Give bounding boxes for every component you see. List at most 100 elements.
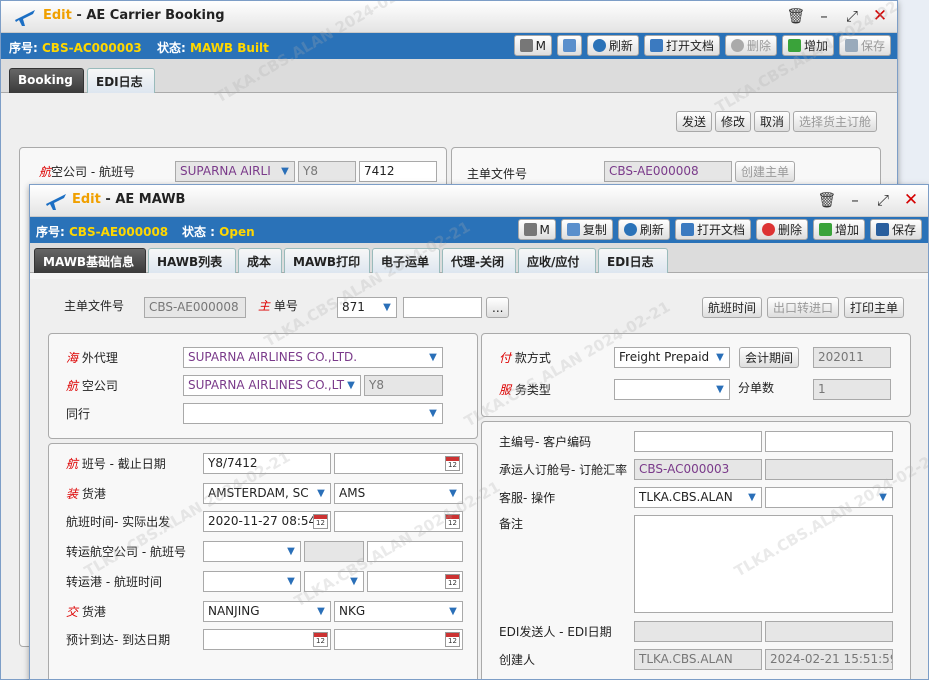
minimize-icon[interactable]: – <box>846 191 864 209</box>
tab-hawb-list[interactable]: HAWB列表 <box>148 248 236 273</box>
pol-code-select[interactable]: AMS ▼ <box>334 483 463 504</box>
transfer-flight-field[interactable] <box>367 541 463 562</box>
add-button[interactable]: 增加 <box>812 219 865 240</box>
airline-select[interactable]: SUPARNA AIRLI ▼ <box>175 161 295 182</box>
carrier-booking-field[interactable]: CBS-AC000003 <box>634 459 762 480</box>
cancel-button[interactable]: 取消 <box>753 111 790 132</box>
transfer-port-select[interactable]: ▼ <box>203 571 301 592</box>
booking-rate-field[interactable] <box>765 459 893 480</box>
chevron-down-icon[interactable]: ▼ <box>378 298 396 317</box>
flight-field[interactable]: Y8/7412 <box>203 453 331 474</box>
tab-edi-log[interactable]: EDI日志 <box>598 248 668 273</box>
refresh-button[interactable]: 刷新 <box>586 35 639 56</box>
tab-mawb-basic[interactable]: MAWB基础信息 <box>34 248 146 273</box>
creator-field[interactable]: TLKA.CBS.ALAN <box>634 649 762 670</box>
pod-select[interactable]: NANJING ▼ <box>203 601 331 622</box>
cutoff-date-field[interactable] <box>334 453 463 474</box>
chevron-down-icon[interactable]: ▼ <box>345 572 363 591</box>
calendar-icon[interactable] <box>445 456 460 471</box>
airline-code-field[interactable]: Y8 <box>298 161 356 182</box>
tab-mawb-print[interactable]: MAWB打印 <box>284 248 370 273</box>
chevron-down-icon[interactable]: ▼ <box>711 380 729 399</box>
add-button[interactable]: 增加 <box>781 35 834 56</box>
remark-textarea[interactable] <box>634 515 893 613</box>
open-doc-button[interactable]: 打开文档 <box>643 35 720 56</box>
select-shipper-booking-button[interactable]: 选择货主订舱 <box>792 111 877 132</box>
airline-code-field[interactable]: Y8 <box>364 375 443 396</box>
pod-code-select[interactable]: NKG ▼ <box>334 601 463 622</box>
service-type-select[interactable]: ▼ <box>614 379 730 400</box>
transfer-airline-select[interactable]: ▼ <box>203 541 301 562</box>
tab-edi-log[interactable]: EDI日志 <box>87 68 155 93</box>
tab-cost[interactable]: 成本 <box>238 248 282 273</box>
trash-icon[interactable]: 🗑 <box>786 7 805 25</box>
chevron-down-icon[interactable]: ▼ <box>276 162 294 181</box>
master-doc-field[interactable]: CBS-AE000008 <box>604 161 732 182</box>
edi-sender-field[interactable] <box>634 621 762 642</box>
calendar-icon[interactable] <box>445 574 460 589</box>
modify-button[interactable]: 修改 <box>714 111 751 132</box>
main-no-field[interactable] <box>634 431 762 452</box>
chevron-down-icon[interactable]: ▼ <box>282 572 300 591</box>
delete-button[interactable]: 删除 <box>755 219 808 240</box>
chevron-down-icon[interactable]: ▼ <box>312 602 330 621</box>
eta-field[interactable] <box>203 629 331 650</box>
chevron-down-icon[interactable]: ▼ <box>444 602 462 621</box>
calendar-icon[interactable] <box>313 514 328 529</box>
chevron-down-icon[interactable]: ▼ <box>424 348 442 367</box>
flight-no-field[interactable]: 7412 <box>359 161 437 182</box>
send-button[interactable]: 发送 <box>675 111 712 132</box>
transfer-port-code-select[interactable]: ▼ <box>304 571 364 592</box>
tab-e-waybill[interactable]: 电子运单 <box>372 248 440 273</box>
tab-ar-ap[interactable]: 应收/应付 <box>518 248 596 273</box>
calendar-icon[interactable] <box>445 632 460 647</box>
copy-button[interactable] <box>556 35 582 56</box>
chevron-down-icon[interactable]: ▼ <box>282 542 300 561</box>
customer-code-field[interactable] <box>765 431 893 452</box>
actual-departure-field[interactable] <box>334 511 463 532</box>
print-button[interactable]: M <box>517 219 556 240</box>
airline-select[interactable]: SUPARNA AIRLINES CO.,LT ▼ <box>183 375 361 396</box>
minimize-icon[interactable]: – <box>815 7 833 25</box>
close-icon[interactable]: ✕ <box>902 190 920 210</box>
tab-agent-close[interactable]: 代理-关闭 <box>442 248 516 273</box>
export-to-import-button[interactable]: 出口转进口 <box>766 297 839 318</box>
window-titlebar[interactable]: Edit - AE Carrier Booking 🗑 – ⤢ ✕ <box>1 1 897 33</box>
cs-select[interactable]: TLKA.CBS.ALAN ▼ <box>634 487 762 508</box>
window-titlebar[interactable]: Edit - AE MAWB 🗑 – ⤢ ✕ <box>30 185 928 217</box>
pol-select[interactable]: AMSTERDAM, SC ▼ <box>203 483 331 504</box>
create-master-button[interactable]: 创建主单 <box>735 161 796 182</box>
payment-select[interactable]: Freight Prepaid ▼ <box>614 347 730 368</box>
print-button[interactable]: M <box>513 35 552 56</box>
browse-button[interactable]: ... <box>486 297 510 318</box>
mawb-number-field[interactable] <box>403 297 482 318</box>
tab-booking[interactable]: Booking <box>9 68 84 93</box>
chevron-down-icon[interactable]: ▼ <box>312 484 330 503</box>
chevron-down-icon[interactable]: ▼ <box>711 348 729 367</box>
edi-date-field[interactable] <box>765 621 893 642</box>
delete-button[interactable]: 删除 <box>724 35 777 56</box>
agent-select[interactable]: SUPARNA AIRLINES CO.,LTD. ▼ <box>183 347 443 368</box>
chevron-down-icon[interactable]: ▼ <box>444 484 462 503</box>
trash-icon[interactable]: 🗑 <box>817 191 836 209</box>
transfer-airline-code-field[interactable] <box>304 541 364 562</box>
arrival-date-field[interactable] <box>334 629 463 650</box>
transfer-flight-time-field[interactable] <box>367 571 463 592</box>
calendar-icon[interactable] <box>313 632 328 647</box>
accounting-period-field[interactable]: 202011 <box>813 347 891 368</box>
close-icon[interactable]: ✕ <box>871 6 889 26</box>
peer-select[interactable]: ▼ <box>183 403 443 424</box>
copy-button[interactable]: 复制 <box>560 219 613 240</box>
maximize-icon[interactable]: ⤢ <box>874 191 892 209</box>
master-doc-field[interactable]: CBS-AE000008 <box>144 297 246 318</box>
maximize-icon[interactable]: ⤢ <box>843 7 861 25</box>
calendar-icon[interactable] <box>445 514 460 529</box>
open-doc-button[interactable]: 打开文档 <box>674 219 751 240</box>
mawb-prefix-select[interactable]: 871 ▼ <box>337 297 397 318</box>
accounting-period-button[interactable]: 会计期间 <box>739 347 800 368</box>
chevron-down-icon[interactable]: ▼ <box>342 376 360 395</box>
refresh-button[interactable]: 刷新 <box>617 219 670 240</box>
print-master-button[interactable]: 打印主单 <box>843 297 904 318</box>
operator-select[interactable]: ▼ <box>765 487 893 508</box>
save-button[interactable]: 保存 <box>838 35 891 56</box>
